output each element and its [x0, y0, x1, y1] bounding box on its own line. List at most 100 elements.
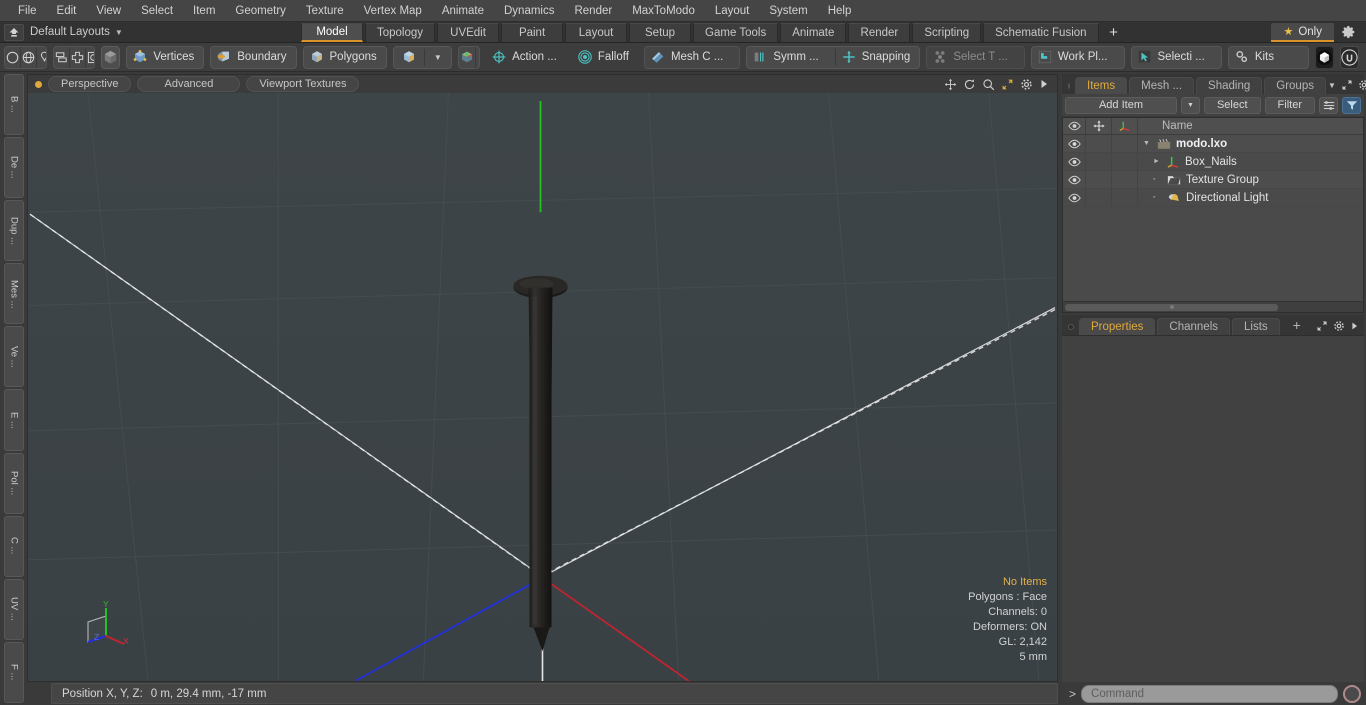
- left-tool-tab-4[interactable]: Ve ...: [4, 326, 24, 388]
- lasso-select-icon[interactable]: [37, 47, 46, 68]
- item-visibility-eye-icon[interactable]: [1063, 135, 1086, 152]
- layout-tab-schematic-fusion[interactable]: Schematic Fusion: [983, 23, 1099, 42]
- rotate-icon[interactable]: [963, 78, 976, 91]
- panel-tab-properties[interactable]: Properties: [1079, 318, 1156, 335]
- expand-triangle-right-icon[interactable]: ►: [1153, 158, 1162, 165]
- maximize-icon[interactable]: [1341, 79, 1353, 91]
- left-tool-tab-0[interactable]: B ...: [4, 74, 24, 136]
- item-axis-cell[interactable]: [1112, 189, 1138, 206]
- item-row[interactable]: ▪ Texture Group: [1063, 171, 1363, 189]
- panel-menu-dot-icon[interactable]: [1068, 83, 1070, 89]
- item-name-cell[interactable]: ▪ Texture Group: [1138, 174, 1363, 186]
- gear-icon[interactable]: [1358, 79, 1366, 91]
- selection-set-button[interactable]: Selecti ...: [1130, 45, 1222, 69]
- action-center-button[interactable]: Action ...: [486, 46, 566, 69]
- item-lock-cell[interactable]: [1086, 135, 1112, 152]
- menu-item-animate[interactable]: Animate: [432, 3, 494, 19]
- menu-item-help[interactable]: Help: [818, 3, 862, 19]
- center-axis-icon[interactable]: [459, 46, 476, 68]
- viewport-menu-dot-icon[interactable]: [35, 80, 42, 88]
- boundary-button[interactable]: Boundary: [210, 45, 297, 69]
- select-button[interactable]: Select: [1203, 96, 1261, 114]
- properties-panel-body[interactable]: [1062, 335, 1364, 682]
- gear-icon[interactable]: [1333, 320, 1345, 332]
- falloff-button[interactable]: Falloff: [572, 46, 638, 69]
- panel-tab-mesh[interactable]: Mesh ...: [1129, 77, 1195, 94]
- only-button[interactable]: ★ Only: [1271, 23, 1334, 42]
- menu-item-render[interactable]: Render: [564, 3, 622, 19]
- maximize-icon[interactable]: [1316, 320, 1328, 332]
- cross-icon[interactable]: [70, 46, 86, 68]
- stack-icon[interactable]: [54, 46, 70, 68]
- axis-orientation-widget[interactable]: Y Z X: [76, 598, 138, 659]
- item-row[interactable]: ► Box_Nails: [1063, 153, 1363, 171]
- command-record-icon[interactable]: [1343, 684, 1361, 703]
- move-icon[interactable]: [944, 78, 957, 91]
- item-mode-icon[interactable]: [101, 45, 121, 69]
- item-axis-cell[interactable]: [1112, 135, 1138, 152]
- selection-axis-icon[interactable]: [476, 47, 480, 68]
- left-tool-tab-8[interactable]: UV ...: [4, 578, 24, 640]
- vertices-button[interactable]: Vertices: [126, 45, 205, 69]
- menu-item-select[interactable]: Select: [131, 3, 183, 19]
- expand-triangle-down-icon[interactable]: ▼: [1143, 140, 1152, 147]
- item-visibility-eye-icon[interactable]: [1063, 189, 1086, 206]
- menu-item-file[interactable]: File: [8, 3, 47, 19]
- item-lock-cell[interactable]: [1086, 171, 1112, 188]
- chevron-down-icon[interactable]: ▼: [1328, 81, 1336, 90]
- layout-tab-scripting[interactable]: Scripting: [912, 23, 982, 42]
- item-cube-button[interactable]: [394, 46, 424, 69]
- layout-tab-render[interactable]: Render: [848, 23, 911, 42]
- column-visibility-eye-icon[interactable]: [1063, 118, 1086, 134]
- panel-tab-lists[interactable]: Lists: [1232, 318, 1280, 335]
- left-tool-tab-5[interactable]: E ...: [4, 389, 24, 451]
- kits-button[interactable]: Kits: [1227, 45, 1309, 69]
- viewport-shading-selector[interactable]: Advanced: [137, 76, 241, 92]
- item-dropdown-chevron[interactable]: ▼: [425, 46, 451, 69]
- column-move-handle-icon[interactable]: [1086, 118, 1112, 134]
- chevron-right-icon[interactable]: [1039, 78, 1049, 90]
- square-in-square-icon[interactable]: [86, 47, 95, 68]
- add-layout-tab-button[interactable]: +: [1101, 23, 1127, 42]
- menu-item-maxtomodo[interactable]: MaxToModo: [622, 3, 705, 19]
- tree-leaf-marker-icon[interactable]: ▪: [1153, 176, 1162, 183]
- menu-item-view[interactable]: View: [86, 3, 131, 19]
- polygons-button[interactable]: Polygons: [304, 46, 386, 69]
- circle-select-icon[interactable]: [5, 46, 21, 68]
- filter-button[interactable]: Filter: [1264, 96, 1315, 114]
- left-tool-tab-7[interactable]: C ...: [4, 515, 24, 577]
- zoom-icon[interactable]: [982, 78, 995, 91]
- maximize-icon[interactable]: [1001, 78, 1014, 91]
- column-axis-icon[interactable]: [1112, 118, 1138, 134]
- item-name-cell[interactable]: ▼ modo.lxo: [1138, 138, 1363, 150]
- work-plane-button[interactable]: Work Pl...: [1030, 45, 1125, 69]
- snapping-button[interactable]: Snapping: [836, 46, 920, 69]
- chevron-right-icon[interactable]: [1350, 321, 1359, 331]
- substance-icon[interactable]: [1315, 45, 1334, 69]
- left-tool-tab-3[interactable]: Mes ...: [4, 263, 24, 325]
- list-options-icon[interactable]: [1319, 96, 1338, 114]
- viewport-projection-selector[interactable]: Perspective: [48, 76, 132, 92]
- gear-icon[interactable]: [1336, 25, 1362, 39]
- menu-item-dynamics[interactable]: Dynamics: [494, 3, 564, 19]
- add-item-button[interactable]: Add Item: [1065, 96, 1177, 114]
- mesh-constraint-button[interactable]: Mesh C ...: [643, 45, 741, 69]
- select-through-button[interactable]: Select T ...: [926, 45, 1025, 69]
- symmetry-button[interactable]: Symm ...: [747, 46, 834, 69]
- home-layout-icon[interactable]: [4, 23, 24, 41]
- layout-tab-paint[interactable]: Paint: [501, 23, 564, 42]
- item-lock-cell[interactable]: [1086, 153, 1112, 170]
- item-visibility-eye-icon[interactable]: [1063, 171, 1086, 188]
- items-list-scrollbar[interactable]: [1063, 301, 1363, 312]
- 3d-viewport[interactable]: No Items Polygons : Face Channels: 0 Def…: [27, 93, 1058, 682]
- layout-name[interactable]: Default Layouts ▼: [30, 26, 123, 38]
- panel-tab-shading[interactable]: Shading: [1196, 77, 1263, 94]
- layout-tab-model[interactable]: Model: [301, 23, 363, 42]
- item-axis-cell[interactable]: [1112, 171, 1138, 188]
- layout-tab-setup[interactable]: Setup: [629, 23, 692, 42]
- menu-item-texture[interactable]: Texture: [296, 3, 354, 19]
- menu-item-system[interactable]: System: [759, 3, 817, 19]
- layout-tab-uvedit[interactable]: UVEdit: [437, 23, 500, 42]
- layout-tab-layout[interactable]: Layout: [565, 23, 628, 42]
- item-name-cell[interactable]: ▪ Directional Light: [1138, 191, 1363, 204]
